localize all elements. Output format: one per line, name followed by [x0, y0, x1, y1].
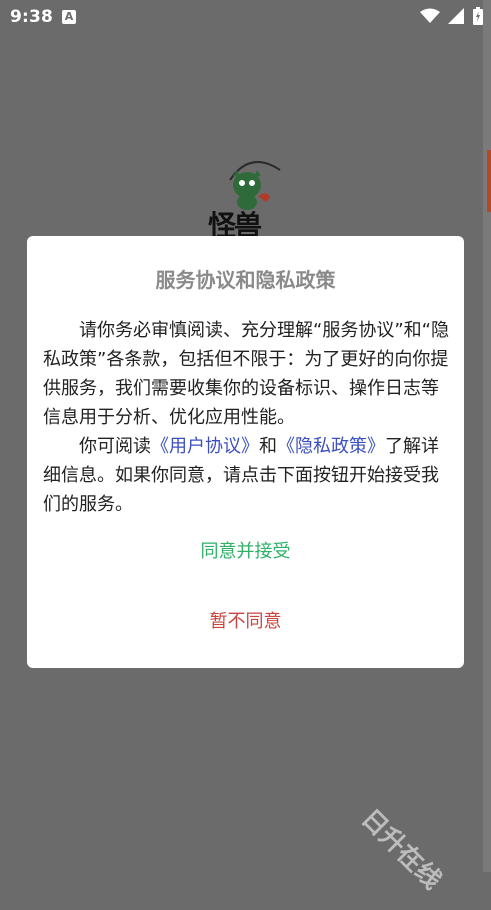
app-logo: 怪兽 [200, 150, 295, 242]
paragraph-2-prefix: 你可阅读 [79, 436, 151, 457]
status-time: 9:38 [10, 7, 54, 27]
privacy-dialog: 服务协议和隐私政策 请你务必审慎阅读、充分理解“服务协议”和“隐私政策”各条款，… [27, 236, 464, 668]
privacy-policy-link[interactable]: 《隐私政策》 [277, 436, 385, 457]
accept-button[interactable]: 同意并接受 [27, 532, 464, 572]
status-icons [419, 7, 483, 29]
watermark: 日升在线 [355, 803, 448, 895]
dialog-paragraph-2: 你可阅读《用户协议》和《隐私政策》了解详细信息。如果你同意，请点击下面按钮开始接… [43, 432, 449, 519]
wifi-icon [419, 8, 440, 28]
dialog-body: 请你务必审慎阅读、充分理解“服务协议”和“隐私政策”各条款，包括但不限于：为了更… [43, 316, 449, 519]
decline-button[interactable]: 暂不同意 [27, 602, 464, 642]
background-accent [487, 150, 491, 212]
status-bar: 9:38 A [0, 0, 491, 34]
paragraph-2-and: 和 [259, 436, 277, 457]
signal-icon [447, 8, 464, 28]
a-letter-icon: A [62, 10, 76, 24]
background-edge [483, 0, 491, 872]
dialog-paragraph-1: 请你务必审慎阅读、充分理解“服务协议”和“隐私政策”各条款，包括但不限于：为了更… [43, 320, 449, 428]
battery-charging-icon [473, 7, 483, 29]
user-agreement-link[interactable]: 《用户协议》 [151, 436, 259, 457]
dialog-title: 服务协议和隐私政策 [155, 268, 336, 292]
